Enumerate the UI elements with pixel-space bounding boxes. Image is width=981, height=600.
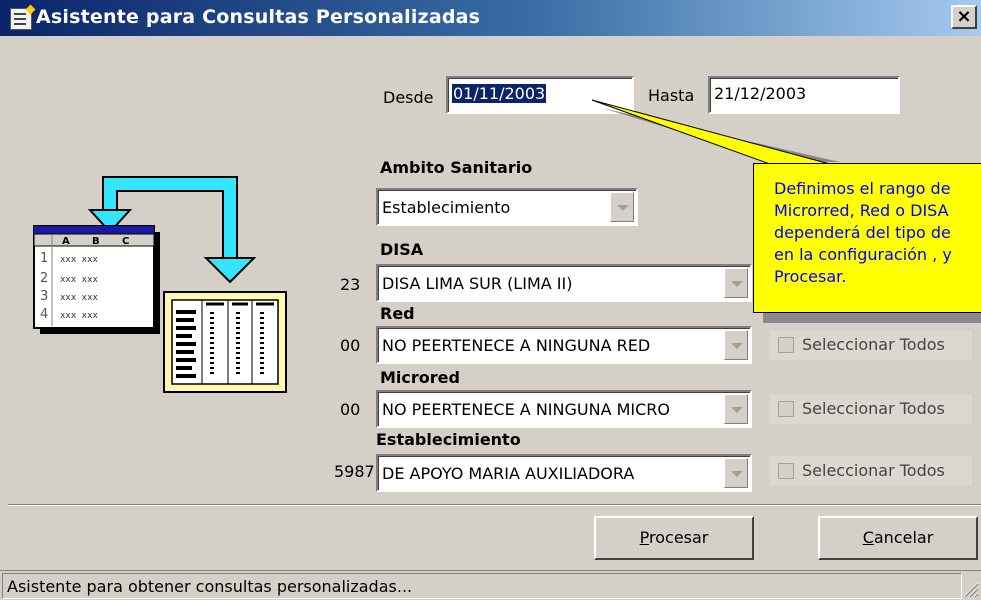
status-text: Asistente para obtener consultas persona…	[2, 573, 962, 599]
desde-value: 01/11/2003	[452, 84, 547, 103]
callout-line: en la configuración , y	[774, 245, 952, 264]
disa-value: DISA LIMA SUR (LIMA II)	[382, 274, 573, 293]
red-select-all-label: Seleccionar Todos	[802, 335, 945, 354]
checkbox-icon[interactable]	[778, 463, 794, 479]
establecimiento-code: 5987	[334, 462, 375, 481]
establecimiento-combo[interactable]: DE APOYO MARIA AUXILIADORA	[376, 454, 752, 492]
row-2: 2	[40, 271, 48, 286]
resize-grip-icon[interactable]	[961, 580, 979, 598]
app-icon	[10, 8, 32, 30]
row-1: 1	[40, 251, 48, 266]
microred-combo[interactable]: NO PEERTENECE A NINGUNA MICRO	[376, 390, 752, 428]
divider	[8, 504, 981, 506]
svg-text:xxx xxx: xxx xxx	[60, 255, 99, 265]
cancelar-mnemonic: C	[862, 528, 874, 547]
col-a: A	[62, 236, 70, 247]
microred-label: Microred	[380, 368, 460, 387]
close-button[interactable]: ×	[951, 5, 977, 29]
procesar-label: rocesar	[649, 528, 709, 547]
microred-select-all-label: Seleccionar Todos	[802, 399, 945, 418]
procesar-mnemonic: P	[639, 528, 649, 547]
svg-text:xxx xxx: xxx xxx	[60, 311, 99, 321]
svg-text:xxx xxx: xxx xxx	[60, 275, 99, 285]
ambito-label: Ambito Sanitario	[380, 158, 533, 177]
disa-combo[interactable]: DISA LIMA SUR (LIMA II)	[376, 264, 752, 302]
callout-line: Definimos el rango de	[774, 179, 951, 198]
procesar-button[interactable]: Procesar	[594, 516, 754, 560]
window-title: Asistente para Consultas Personalizadas	[36, 6, 481, 28]
microred-select-all-checkbox[interactable]: Seleccionar Todos	[770, 394, 972, 424]
establecimiento-select-all-checkbox[interactable]: Seleccionar Todos	[770, 456, 972, 486]
spreadsheet-icon: A B C 1 2 3 4 xxx xxx xxx xxx xxx xxx xx…	[33, 225, 160, 334]
chevron-down-icon[interactable]	[724, 458, 748, 488]
establecimiento-select-all-label: Seleccionar Todos	[802, 461, 945, 480]
chevron-down-icon[interactable]	[724, 330, 748, 360]
chevron-down-icon[interactable]	[724, 268, 748, 298]
wizard-illustration: A B C 1 2 3 4 xxx xxx xxx xxx xxx xxx xx…	[33, 176, 287, 393]
disa-code: 23	[340, 275, 361, 294]
callout-tooltip: Definimos el rango de Microrred, Red o D…	[753, 163, 981, 313]
red-combo[interactable]: NO PEERTENECE A NINGUNA RED	[376, 326, 752, 364]
col-c: C	[122, 236, 129, 247]
red-label: Red	[380, 304, 415, 323]
chevron-down-icon[interactable]	[724, 394, 748, 424]
red-value: NO PEERTENECE A NINGUNA RED	[382, 336, 651, 355]
chevron-down-icon[interactable]	[610, 192, 634, 222]
cancelar-button[interactable]: Cancelar	[818, 516, 978, 560]
checkbox-icon[interactable]	[778, 401, 794, 417]
red-select-all-checkbox[interactable]: Seleccionar Todos	[770, 330, 972, 360]
establecimiento-value: DE APOYO MARIA AUXILIADORA	[382, 464, 635, 483]
callout-line: dependerá del tipo de	[774, 223, 951, 242]
callout-line: Procesar.	[774, 267, 847, 286]
checkbox-icon[interactable]	[778, 337, 794, 353]
disa-label: DISA	[380, 240, 424, 259]
title-bar: Asistente para Consultas Personalizadas …	[0, 0, 981, 36]
svg-text:xxx xxx: xxx xxx	[60, 293, 99, 303]
row-3: 3	[40, 289, 48, 304]
row-4: 4	[40, 307, 48, 322]
cancelar-label: ancelar	[873, 528, 934, 547]
report-icon	[163, 291, 287, 393]
callout-line: Microrred, Red o DISA	[774, 201, 949, 220]
status-bar: Asistente para obtener consultas persona…	[0, 570, 981, 600]
ambito-value: Establecimiento	[382, 198, 511, 217]
red-code: 00	[340, 336, 361, 355]
col-b: B	[92, 236, 100, 247]
desde-label: Desde	[383, 88, 434, 107]
establecimiento-label: Establecimiento	[376, 430, 521, 449]
microred-value: NO PEERTENECE A NINGUNA MICRO	[382, 400, 670, 419]
microred-code: 00	[340, 400, 361, 419]
